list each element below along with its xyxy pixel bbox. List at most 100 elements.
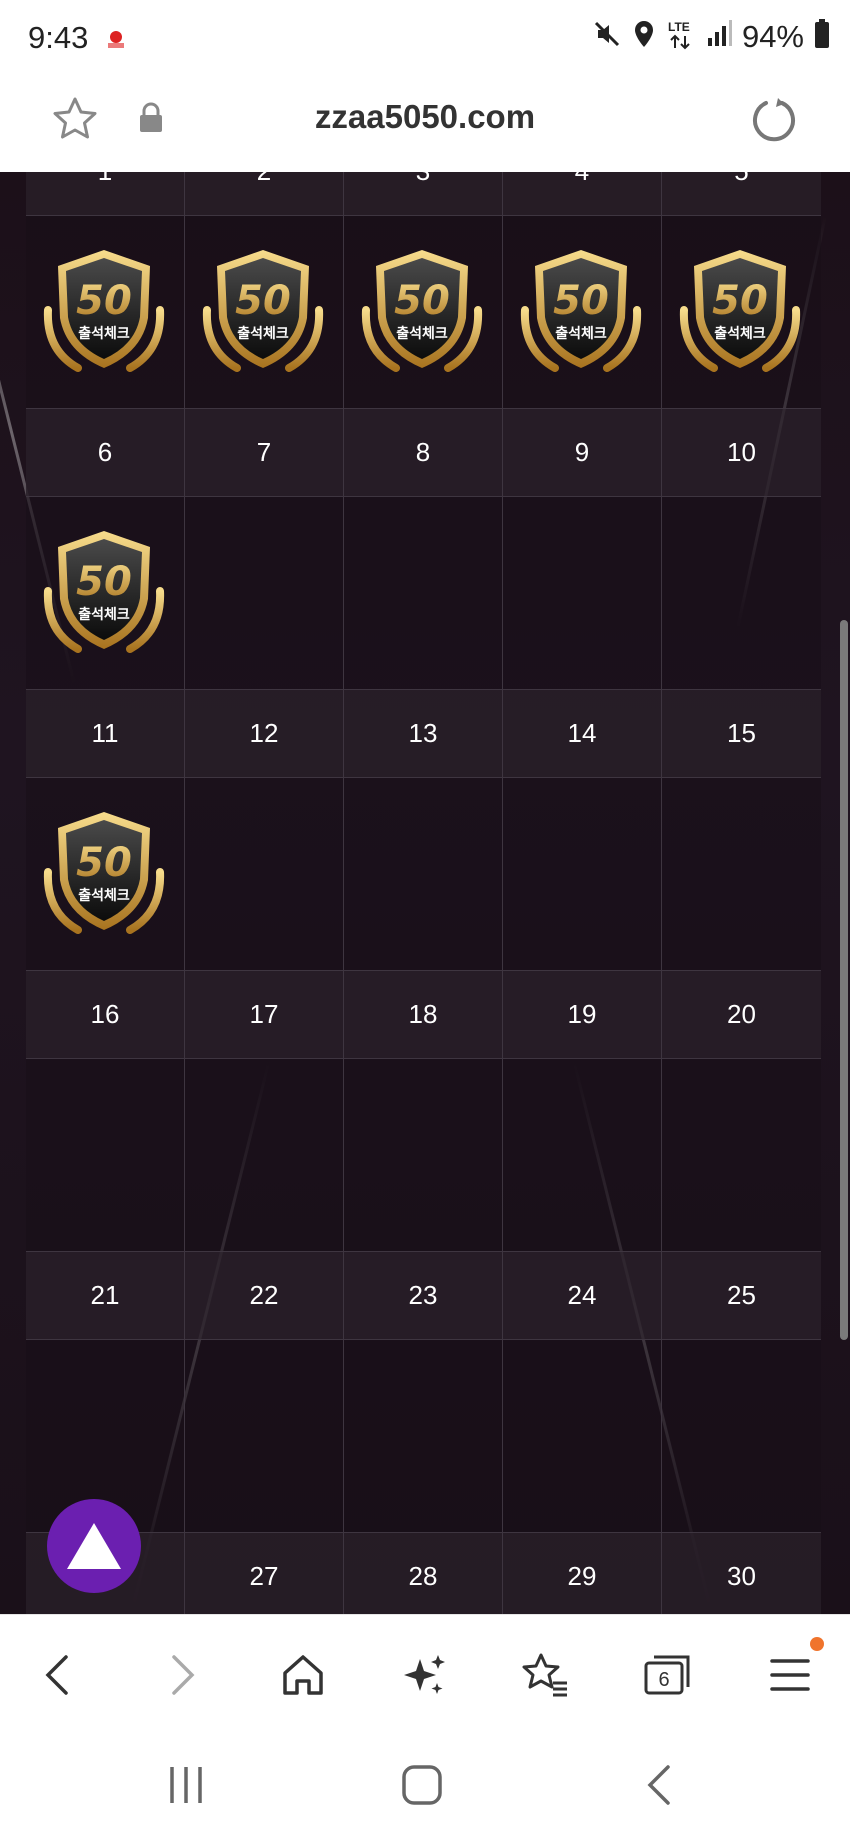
svg-text:LTE: LTE: [668, 20, 690, 34]
badge-caption: 출석체크: [78, 887, 130, 904]
calendar-day-cell[interactable]: 50 출석체크: [662, 216, 821, 409]
sparkle-icon[interactable]: [394, 1645, 454, 1705]
calendar-day-cell[interactable]: [344, 497, 503, 690]
calendar-day-cell[interactable]: 50 출석체크: [26, 497, 185, 690]
system-nav-bar: [0, 1731, 850, 1842]
calendar-day-cell[interactable]: [344, 778, 503, 971]
calendar-week-body: 50 출석체크 50 출석체크 50 출석체크 50 출석체크 50 출석체크: [26, 216, 824, 409]
home-icon[interactable]: [273, 1645, 333, 1705]
badge-caption: 출석체크: [237, 325, 289, 342]
calendar-day-cell[interactable]: [503, 1059, 662, 1252]
attendance-badge-icon: 50 출석체크: [515, 240, 647, 378]
calendar-day-number: 13: [344, 690, 503, 778]
calendar-day-number: 6: [26, 409, 185, 497]
attendance-badge-icon: 50 출석체크: [674, 240, 806, 378]
calendar-day-number: 9: [503, 409, 662, 497]
calendar-day-cell[interactable]: [185, 778, 344, 971]
calendar-day-number: 4: [503, 172, 662, 216]
badge-caption: 출석체크: [714, 325, 766, 342]
reload-icon[interactable]: [748, 94, 800, 151]
calendar-day-number: 1: [26, 172, 185, 216]
browser-toolbar: 6: [0, 1614, 850, 1732]
scroll-to-top-button[interactable]: [47, 1499, 141, 1593]
attendance-badge-icon: 50 출석체크: [38, 521, 170, 659]
calendar-day-number: 11: [26, 690, 185, 778]
calendar-week-header: 16 17 18 19 20: [26, 971, 824, 1059]
calendar-day-cell[interactable]: [344, 1059, 503, 1252]
calendar-day-cell[interactable]: [662, 778, 821, 971]
calendar-day-cell[interactable]: [26, 1059, 185, 1252]
calendar-day-number: 25: [662, 1252, 821, 1340]
badge-number: 50: [394, 278, 450, 324]
recent-apps-icon[interactable]: [166, 1763, 206, 1812]
calendar-day-number: 29: [503, 1533, 662, 1614]
attendance-badge-icon: 50 출석체크: [197, 240, 329, 378]
calendar-day-number: 15: [662, 690, 821, 778]
badge-number: 50: [76, 840, 132, 886]
calendar-day-cell[interactable]: [185, 497, 344, 690]
badge-caption: 출석체크: [555, 325, 607, 342]
battery-percent: 94%: [741, 18, 804, 54]
calendar-day-number: 19: [503, 971, 662, 1059]
forward-icon[interactable]: [152, 1645, 212, 1705]
calendar-day-number: 5: [662, 172, 821, 216]
calendar-day-number: 23: [344, 1252, 503, 1340]
calendar-day-number: 10: [662, 409, 821, 497]
bookmarks-icon[interactable]: [515, 1645, 575, 1705]
scrollbar[interactable]: [840, 620, 848, 1340]
calendar-day-cell[interactable]: 50 출석체크: [26, 216, 185, 409]
badge-number: 50: [712, 278, 768, 324]
badge-number: 50: [76, 278, 132, 324]
calendar-day-number: 20: [662, 971, 821, 1059]
battery-icon: [814, 19, 830, 54]
calendar-day-number: 12: [185, 690, 344, 778]
mute-icon: [592, 19, 622, 54]
calendar-day-cell[interactable]: [185, 1340, 344, 1533]
calendar-week-header: 21 22 23 24 25: [26, 1252, 824, 1340]
back-icon[interactable]: [28, 1645, 88, 1705]
calendar-day-cell[interactable]: 50 출석체크: [344, 216, 503, 409]
triangle-up-icon: [67, 1523, 121, 1569]
signal-icon: [706, 20, 732, 53]
calendar-week-header: 6 7 8 9 10: [26, 409, 824, 497]
calendar-day-cell[interactable]: [185, 1059, 344, 1252]
calendar-day-cell[interactable]: [503, 1340, 662, 1533]
attendance-calendar-page: 1234550출석체크50출석체크50출석체크50출석체크50출석체크67891…: [0, 172, 850, 1614]
calendar-day-number: 21: [26, 1252, 185, 1340]
calendar-day-cell[interactable]: [503, 778, 662, 971]
notification-dot: [810, 1637, 824, 1651]
tabs-icon[interactable]: 6: [638, 1645, 698, 1705]
calendar-day-cell[interactable]: [662, 1340, 821, 1533]
calendar-week-body: 50 출석체크: [26, 497, 824, 690]
badge-number: 50: [76, 559, 132, 605]
calendar-day-cell[interactable]: [662, 1059, 821, 1252]
attendance-badge-icon: 50 출석체크: [38, 802, 170, 940]
calendar-day-cell[interactable]: 50 출석체크: [26, 778, 185, 971]
attendance-badge-icon: 50 출석체크: [38, 240, 170, 378]
badge-caption: 출석체크: [396, 325, 448, 342]
lte-icon: LTE: [666, 18, 696, 55]
app-notification-icon: [104, 28, 128, 52]
attendance-badge-icon: 50 출석체크: [356, 240, 488, 378]
calendar-day-cell[interactable]: 50 출석체크: [185, 216, 344, 409]
calendar-day-cell[interactable]: [344, 1340, 503, 1533]
badge-number: 50: [235, 278, 291, 324]
calendar-day-cell[interactable]: 50 출석체크: [503, 216, 662, 409]
tabs-count: 6: [658, 1669, 669, 1691]
menu-icon[interactable]: [760, 1645, 820, 1705]
back-nav-icon[interactable]: [644, 1763, 674, 1812]
calendar-day-number: 2: [185, 172, 344, 216]
calendar-week-header: 12345: [26, 172, 824, 216]
calendar-grid: 1234550출석체크50출석체크50출석체크50출석체크50출석체크67891…: [26, 172, 824, 1614]
calendar-day-number: 14: [503, 690, 662, 778]
calendar-week-body: [26, 1340, 824, 1533]
calendar-day-cell[interactable]: [503, 497, 662, 690]
calendar-week-body: 50 출석체크: [26, 778, 824, 971]
calendar-day-cell[interactable]: [662, 497, 821, 690]
home-nav-icon[interactable]: [400, 1763, 444, 1812]
calendar-day-number: 28: [344, 1533, 503, 1614]
calendar-day-number: 16: [26, 971, 185, 1059]
calendar-day-number: 3: [344, 172, 503, 216]
calendar-day-number: 27: [185, 1533, 344, 1614]
url-text[interactable]: zzaa5050.com: [0, 98, 850, 136]
